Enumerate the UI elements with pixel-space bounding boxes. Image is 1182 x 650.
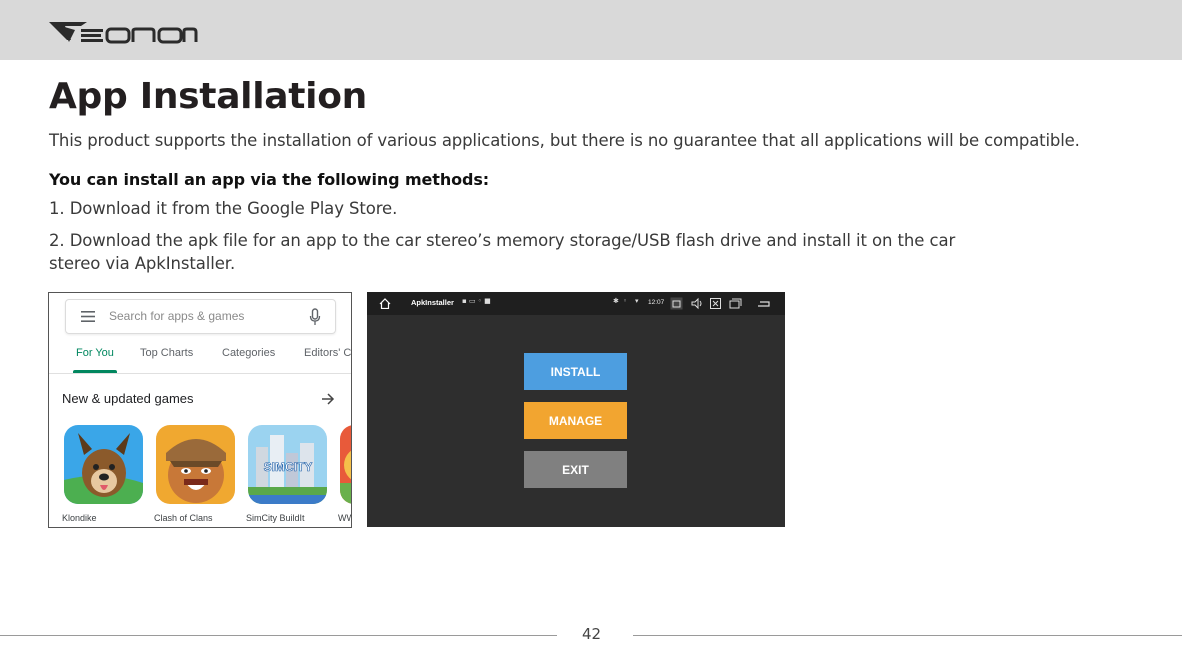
notification-icons: ▪ ▭ ◦ ■ — [462, 297, 491, 305]
exit-button[interactable]: EXIT — [524, 451, 627, 488]
apk-installer-screenshot: ApkInstaller ▪ ▭ ◦ ■ ✱ ◦ ▾ 12:07 INSTALL… — [367, 292, 785, 527]
game-name-ww: WW — [338, 513, 351, 523]
game-name-simcity: SimCity BuildIt — [246, 513, 305, 523]
home-icon[interactable] — [379, 298, 391, 309]
play-search-placeholder: Search for apps & games — [109, 309, 245, 323]
signal-icon: ▾ — [635, 297, 639, 305]
intro-paragraph: This product supports the installation o… — [49, 131, 1080, 150]
footer-rule-right — [633, 635, 1182, 636]
game-icon-clash-of-clans[interactable] — [156, 425, 235, 504]
simcity-logo-text: SIMCITY — [264, 460, 313, 474]
tab-editors-choice[interactable]: Editors' C — [304, 347, 351, 359]
game-icon-simcity[interactable]: SIMCITY — [248, 425, 327, 504]
methods-heading: You can install an app via the following… — [49, 170, 490, 189]
footer-rule-left — [0, 635, 557, 636]
step-2-line-2: stereo via ApkInstaller. — [49, 254, 236, 273]
header-bar — [0, 0, 1182, 60]
play-store-screenshot: Search for apps & games For You Top Char… — [48, 292, 352, 528]
bluetooth-icon: ✱ — [613, 297, 619, 305]
manage-button[interactable]: MANAGE — [524, 402, 627, 439]
volume-icon[interactable] — [690, 297, 703, 310]
step-2-line-1: 2. Download the apk file for an app to t… — [49, 231, 956, 250]
tabs-divider — [49, 373, 351, 374]
step-1: 1. Download it from the Google Play Stor… — [49, 199, 398, 218]
games-section-heading: New & updated games — [62, 391, 194, 406]
game-icon-ww[interactable] — [340, 425, 351, 504]
microphone-icon[interactable] — [309, 308, 321, 326]
location-icon: ◦ — [623, 297, 628, 305]
page-title: App Installation — [49, 76, 367, 117]
step-2: 2. Download the apk file for an app to t… — [49, 229, 955, 275]
play-search-bar[interactable]: Search for apps & games — [65, 299, 336, 334]
apk-app-title: ApkInstaller — [411, 298, 454, 307]
tab-top-charts[interactable]: Top Charts — [140, 347, 193, 359]
arrow-right-icon[interactable] — [321, 392, 335, 406]
game-icon-klondike[interactable] — [64, 425, 143, 504]
brand-logo — [49, 22, 198, 44]
tab-for-you[interactable]: For You — [76, 347, 114, 359]
apk-status-bar: ApkInstaller ▪ ▭ ◦ ■ ✱ ◦ ▾ 12:07 — [367, 292, 785, 315]
back-icon[interactable] — [757, 297, 770, 310]
install-button[interactable]: INSTALL — [524, 353, 627, 390]
close-app-icon[interactable] — [709, 297, 722, 310]
menu-icon[interactable] — [81, 311, 95, 322]
screenshot-icon[interactable] — [670, 297, 683, 310]
tab-categories[interactable]: Categories — [222, 347, 275, 359]
play-tabs: For You Top Charts Categories Editors' C — [49, 345, 351, 373]
game-name-klondike: Klondike — [62, 513, 97, 523]
recent-apps-icon[interactable] — [729, 297, 742, 310]
game-name-clash-of-clans: Clash of Clans — [154, 513, 213, 523]
page-number: 42 — [582, 625, 602, 643]
status-time: 12:07 — [648, 299, 665, 306]
